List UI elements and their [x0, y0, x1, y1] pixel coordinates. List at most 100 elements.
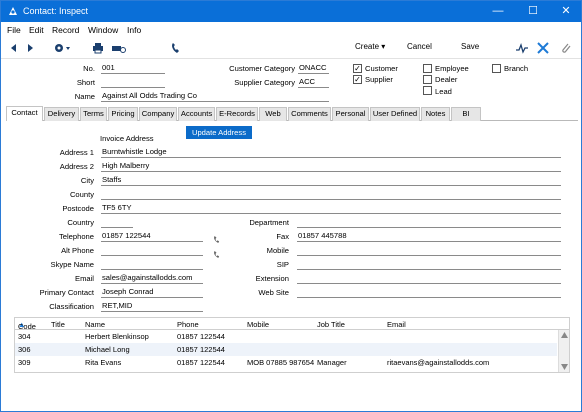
menu-edit[interactable]: Edit: [29, 25, 44, 35]
scroll-down-icon[interactable]: [561, 364, 568, 370]
department-field[interactable]: [297, 217, 561, 228]
classification-field[interactable]: RET,MID: [101, 301, 203, 312]
alt-phone-field[interactable]: [101, 245, 203, 256]
short-field[interactable]: [101, 77, 165, 88]
supplier-category-field[interactable]: ACC: [298, 77, 329, 88]
city-field[interactable]: Staffs: [101, 175, 561, 186]
table-row[interactable]: 309 Rita Evans 01857 122544 MOB 07885 98…: [15, 356, 557, 369]
table-row[interactable]: 304 Herbert Blenkinsop 01857 122544: [15, 330, 557, 343]
supplier-checkbox[interactable]: ✓: [353, 75, 362, 84]
short-label: Short: [76, 78, 95, 87]
gear-icon[interactable]: [53, 42, 71, 54]
tab-company[interactable]: Company: [139, 107, 177, 121]
primary-contact-label: Primary Contact: [39, 288, 94, 297]
column-code[interactable]: Code ▲: [18, 320, 36, 331]
column-job-title[interactable]: Job Title: [317, 320, 345, 329]
column-email[interactable]: Email: [387, 320, 406, 329]
column-mobile[interactable]: Mobile: [247, 320, 269, 329]
menu-bar: File Edit Record Window Info: [1, 22, 581, 37]
no-field[interactable]: 001: [101, 63, 165, 74]
web-site-field[interactable]: [297, 287, 561, 298]
sip-field[interactable]: [297, 259, 561, 270]
skype-field[interactable]: [101, 259, 203, 270]
save-button[interactable]: Save: [461, 42, 479, 51]
mobile-field[interactable]: [297, 245, 561, 256]
attachment-icon[interactable]: [559, 42, 573, 54]
tab-terms[interactable]: Terms: [80, 107, 107, 121]
extension-label: Extension: [255, 274, 289, 283]
fax-field[interactable]: 01857 445788: [297, 231, 561, 242]
grid-header: Code ▲ Title Name Phone Mobile Job Title…: [15, 318, 569, 331]
create-button[interactable]: Create ▾: [355, 42, 385, 51]
next-record-icon[interactable]: [23, 42, 37, 54]
toolbar: Create ▾ Cancel Save: [1, 37, 581, 59]
row-phone: 01857 122544: [177, 358, 225, 367]
tab-notes[interactable]: Notes: [421, 107, 450, 121]
print-icon[interactable]: [91, 42, 105, 54]
tab-bi[interactable]: BI: [451, 107, 481, 121]
row-code: 309: [18, 358, 31, 367]
name-field[interactable]: Against All Odds Trading Co: [101, 91, 329, 102]
dealer-checkbox[interactable]: [423, 75, 432, 84]
close-icon[interactable]: ✕: [549, 1, 581, 22]
row-name: Michael Long: [85, 345, 130, 354]
postcode-field[interactable]: TF5 6TY: [101, 203, 561, 214]
supplier-checkbox-label: Supplier: [365, 75, 393, 84]
extension-field[interactable]: [297, 273, 561, 284]
country-field[interactable]: [101, 217, 133, 228]
employee-checkbox[interactable]: [423, 64, 432, 73]
telephone-field[interactable]: 01857 122544: [101, 231, 203, 242]
no-label: No.: [83, 64, 95, 73]
county-field[interactable]: [101, 189, 561, 200]
menu-record[interactable]: Record: [52, 25, 79, 35]
menu-window[interactable]: Window: [88, 25, 118, 35]
tab-accounts[interactable]: Accounts: [178, 107, 215, 121]
tab-e-records[interactable]: E-Records: [216, 107, 258, 121]
minimize-icon[interactable]: —: [481, 1, 515, 22]
tab-delivery[interactable]: Delivery: [44, 107, 79, 121]
customer-checkbox[interactable]: ✓: [353, 64, 362, 73]
tab-web[interactable]: Web: [259, 107, 287, 121]
phone-icon[interactable]: [169, 42, 183, 54]
tab-personal[interactable]: Personal: [332, 107, 369, 121]
address1-field[interactable]: Burntwhistle Lodge: [101, 147, 561, 158]
sip-label: SIP: [276, 260, 289, 269]
tab-comments[interactable]: Comments: [288, 107, 331, 121]
previous-record-icon[interactable]: [7, 42, 21, 54]
column-name[interactable]: Name: [85, 320, 105, 329]
menu-file[interactable]: File: [7, 25, 21, 35]
dial-telephone-icon[interactable]: [213, 236, 220, 243]
print-preview-icon[interactable]: [111, 42, 127, 54]
tab-user-defined[interactable]: User Defined: [370, 107, 420, 121]
grid-scrollbar[interactable]: [558, 330, 569, 372]
expand-icon[interactable]: [536, 42, 550, 54]
column-phone[interactable]: Phone: [177, 320, 199, 329]
primary-contact-field[interactable]: Joseph Conrad: [101, 287, 203, 298]
email-field[interactable]: sales@againstallodds.com: [101, 273, 203, 284]
maximize-icon[interactable]: ☐: [516, 1, 550, 22]
tab-contact[interactable]: Contact: [6, 106, 43, 121]
column-title[interactable]: Title: [51, 320, 65, 329]
scroll-up-icon[interactable]: [561, 332, 568, 338]
activity-icon[interactable]: [515, 42, 529, 54]
window-title: Contact: Inspect: [23, 6, 89, 16]
cancel-button[interactable]: Cancel: [407, 42, 432, 51]
menu-info[interactable]: Info: [127, 25, 141, 35]
employee-checkbox-label: Employee: [435, 64, 469, 73]
contact-inspect-window: Contact: Inspect — ☐ ✕ File Edit Record …: [0, 0, 582, 412]
dealer-checkbox-label: Dealer: [435, 75, 458, 84]
customer-category-field[interactable]: ONACC: [298, 63, 329, 74]
skype-label: Skype Name: [50, 260, 94, 269]
country-label: Country: [67, 218, 94, 227]
table-row[interactable]: 306 Michael Long 01857 122544: [15, 343, 557, 356]
tab-pricing[interactable]: Pricing: [108, 107, 138, 121]
branch-checkbox[interactable]: [492, 64, 501, 73]
title-bar: Contact: Inspect — ☐ ✕: [1, 1, 581, 22]
lead-checkbox-label: Lead: [435, 87, 452, 96]
telephone-label: Telephone: [58, 232, 94, 241]
email-label: Email: [75, 274, 94, 283]
update-address-button[interactable]: Update Address: [186, 126, 252, 139]
address2-field[interactable]: High Malberry: [101, 161, 561, 172]
dial-alt-phone-icon[interactable]: [213, 251, 220, 258]
lead-checkbox[interactable]: [423, 86, 432, 95]
